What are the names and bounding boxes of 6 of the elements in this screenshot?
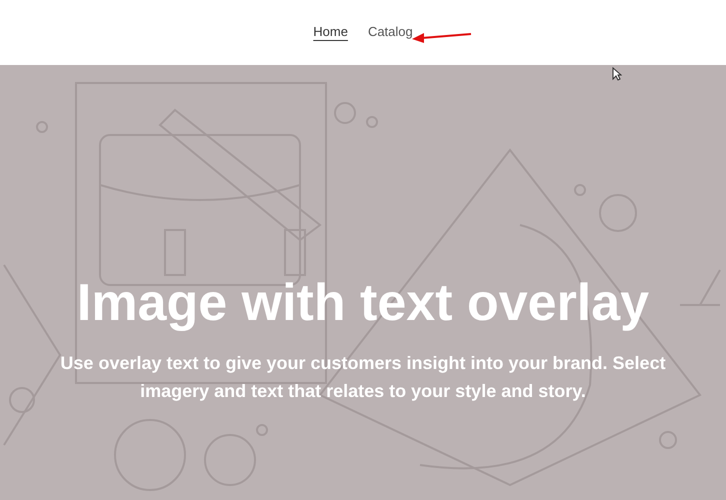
hero-text: Use overlay text to give your customers insight into your brand. Select imagery and text that relates to your style and story. bbox=[59, 352, 667, 403]
nav-link[interactable]: Home bbox=[313, 22, 348, 42]
cursor-icon bbox=[612, 67, 622, 81]
nav-link[interactable]: Catalog bbox=[368, 22, 413, 42]
hero-title: Image with text overlay bbox=[76, 277, 650, 329]
arrow-annotation bbox=[412, 31, 472, 43]
